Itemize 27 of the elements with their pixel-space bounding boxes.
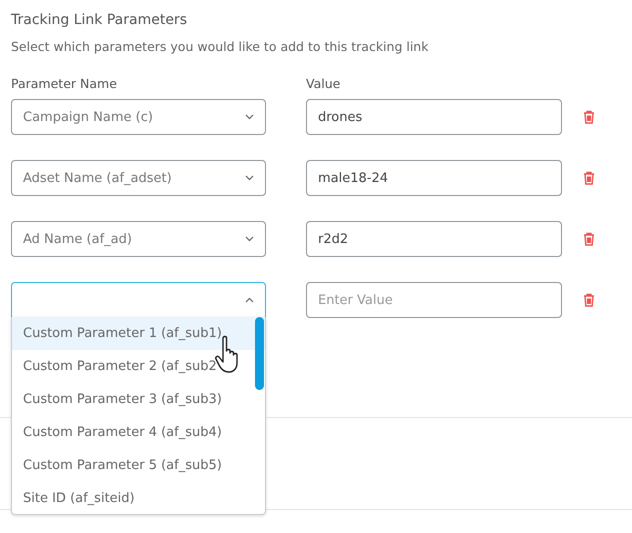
- dropdown-option[interactable]: Custom Parameter 5 (af_sub5): [12, 449, 265, 482]
- value-field[interactable]: male18-24: [306, 160, 562, 196]
- chevron-down-icon: [245, 175, 254, 181]
- trash-icon[interactable]: [583, 110, 595, 124]
- dropdown-option[interactable]: Custom Parameter 4 (af_sub4): [12, 416, 265, 449]
- column-label: Value: [306, 76, 340, 91]
- dropdown-option[interactable]: Custom Parameter 1 (af_sub1): [12, 317, 265, 350]
- dropdown-option[interactable]: Custom Parameter 2 (af_sub2: [12, 350, 265, 383]
- section-title: Tracking Link Parameters: [11, 12, 188, 28]
- dropdown-option[interactable]: Site ID (af_siteid): [12, 482, 265, 514]
- section-description: Select which parameters you would like to add to this tracking link: [11, 39, 430, 54]
- trash-icon[interactable]: [583, 171, 595, 185]
- parameter-dropdown[interactable]: Campaign Name (c): [11, 99, 266, 135]
- value-field[interactable]: Enter Value: [306, 282, 562, 318]
- trash-icon[interactable]: [583, 293, 595, 307]
- value-field[interactable]: drones: [306, 99, 562, 135]
- value-field[interactable]: r2d2: [306, 221, 562, 257]
- dropdown-option[interactable]: Custom Parameter 3 (af_sub3): [12, 383, 265, 416]
- chevron-up-icon: [245, 297, 254, 303]
- chevron-down-icon: [245, 236, 254, 242]
- parameter-dropdown[interactable]: Adset Name (af_adset): [11, 160, 266, 196]
- parameter-dropdown[interactable]: Ad Name (af_ad): [11, 221, 266, 257]
- scrollbar-thumb[interactable]: [255, 317, 264, 390]
- trash-icon[interactable]: [583, 232, 595, 246]
- column-label: Parameter Name: [11, 76, 118, 91]
- chevron-down-icon: [245, 114, 254, 120]
- parameter-dropdown[interactable]: [11, 282, 266, 318]
